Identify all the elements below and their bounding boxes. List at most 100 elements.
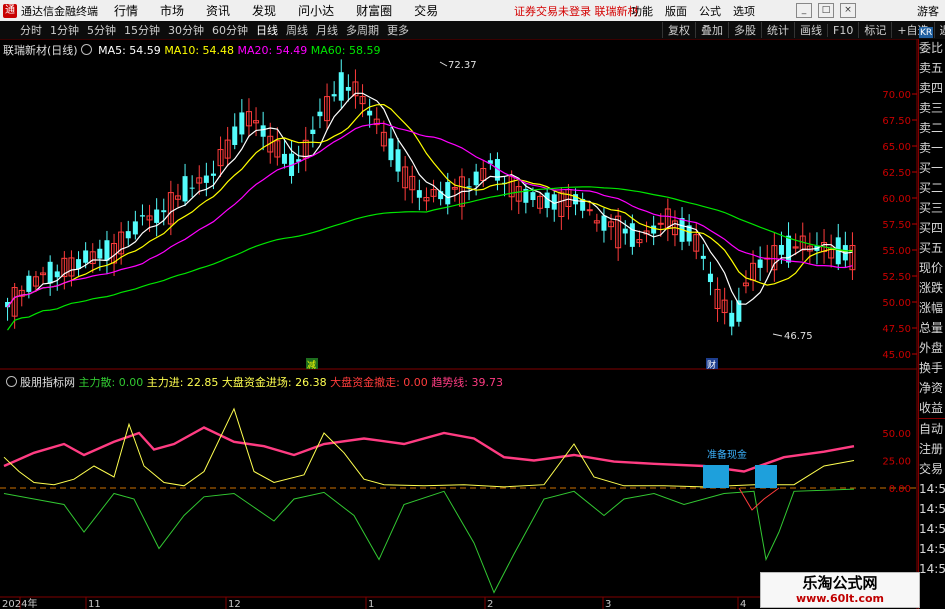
rp-earning: 收益 <box>919 401 944 415</box>
rp-tick-time: 14:55 <box>919 502 945 516</box>
candle-body-down <box>182 176 188 202</box>
candle-body-down <box>700 255 706 259</box>
ma10-label: MA10: 54.48 <box>164 44 235 57</box>
rp-auto[interactable]: 自动 <box>919 418 945 439</box>
rp-weibi: 委比 <box>919 41 944 55</box>
market-fund-line <box>3 488 855 594</box>
time-tick-label: 2024年 <box>2 597 37 609</box>
price-tick-label: 57.50 <box>882 220 911 231</box>
ma20-label: MA20: 54.49 <box>237 44 308 57</box>
trend-label: 趋势线: 39.73 <box>431 376 504 389</box>
price-tick-label: 45.00 <box>882 350 911 361</box>
candle-body-down <box>530 192 536 201</box>
candle-body-down <box>189 187 195 189</box>
rp-tick-time: 14:55 <box>919 482 945 496</box>
rp-tick-time: 14:55 <box>919 542 945 556</box>
low-price-label: 46.75 <box>784 331 813 342</box>
rp-buy3: 买三 <box>919 201 944 215</box>
rp-turnover: 换手 <box>919 361 944 375</box>
candle-body-down <box>729 312 735 327</box>
time-tick-label: 3 <box>605 599 611 609</box>
candle-body-down <box>260 125 266 137</box>
candle-body-down <box>331 94 337 97</box>
rp-netasset: 净资 <box>919 381 944 395</box>
candle-body-down <box>622 228 628 234</box>
candle-body-down <box>210 173 216 176</box>
rp-trade[interactable]: 交易 <box>919 459 945 479</box>
candle-body-down <box>786 235 792 263</box>
price-tick-label: 60.00 <box>882 194 911 205</box>
candle-body-down <box>629 223 635 247</box>
candle-body-down <box>473 171 479 186</box>
rp-sell1: 卖一 <box>919 141 944 155</box>
candle-body-down <box>778 245 784 255</box>
time-tick-label: 11 <box>88 599 101 609</box>
indicator-name[interactable]: 股朋指标网 <box>20 376 75 389</box>
fund-out-line <box>738 487 780 511</box>
candle-body-down <box>388 138 394 161</box>
price-tick-label: 65.00 <box>882 142 911 153</box>
kline-chart[interactable]: 70.00 67.50 65.00 62.50 60.00 57.50 55.00 52.50… <box>0 0 945 609</box>
watermark-url: www.60lt.com <box>795 592 885 605</box>
rp-buy5: 买五 <box>919 241 944 255</box>
cash-signal-box <box>755 465 777 488</box>
rp-sell2: 卖二 <box>919 121 944 135</box>
main-legend: 联瑞新材(日线) MA5: 54.59 MA10: 54.48 MA20: 54… <box>3 42 380 58</box>
candle-body-down <box>232 126 238 145</box>
rp-sell5: 卖五 <box>919 61 944 75</box>
ma20-line <box>7 122 853 308</box>
price-tick-label: 70.00 <box>882 90 911 101</box>
rp-price: 现价 <box>919 261 944 275</box>
candle-body-down <box>161 210 167 213</box>
candle-body-down <box>345 86 351 91</box>
rp-outer: 外盘 <box>919 341 944 355</box>
rp-register[interactable]: 注册 <box>919 439 945 459</box>
ma60-line <box>7 186 853 331</box>
rp-buy1: 买一 <box>919 161 944 175</box>
candle-body-down <box>97 248 103 259</box>
price-tick-label: 50.00 <box>882 298 911 309</box>
candle-body-down <box>139 215 145 217</box>
settings-icon[interactable] <box>80 44 92 55</box>
price-tick-label: 52.50 <box>882 272 911 283</box>
candle-body-down <box>416 190 422 198</box>
candle-body-down <box>47 261 53 284</box>
time-tick-label: 4 <box>740 599 746 609</box>
price-tick-label: 62.50 <box>882 168 911 179</box>
dapan-out-label: 大盘资金撤走: 0.00 <box>330 376 428 389</box>
zljin-label: 主力进: 22.85 <box>146 376 219 389</box>
sub-tick-label: 25.00 <box>882 457 911 468</box>
time-tick-label: 12 <box>228 599 241 609</box>
candle-body-down <box>54 271 60 278</box>
candle-body-down <box>466 186 472 188</box>
dapan-in-label: 大盘资金进场: 26.38 <box>221 376 327 389</box>
candle-body-down <box>132 221 138 235</box>
candle-body-down <box>707 273 713 283</box>
zlsan-label: 主力散: 0.00 <box>78 376 144 389</box>
ma60-label: MA60: 58.59 <box>310 44 381 57</box>
candle-body-down <box>83 250 89 263</box>
candle-body-up <box>657 222 664 225</box>
rp-tick-time: 14:55 <box>919 522 945 536</box>
watermark-title: 乐淘公式网 <box>802 574 878 592</box>
sub-legend: 股朋指标网 主力散: 0.00 主力进: 22.85 大盘资金进场: 26.38… <box>3 374 503 390</box>
rp-buy4: 买四 <box>919 221 944 235</box>
candle-body-down <box>338 72 344 101</box>
watermark: 乐淘公式网 www.60lt.com <box>760 572 920 608</box>
rp-sell4: 卖四 <box>919 81 944 95</box>
rp-buy2: 买二 <box>919 181 944 195</box>
candle-body-down <box>757 259 763 268</box>
kr-badge[interactable]: KR <box>919 27 934 38</box>
candle-body-down <box>203 175 209 183</box>
candle-body-down <box>125 231 131 239</box>
candle-body-down <box>395 149 401 172</box>
indicator-settings-icon[interactable] <box>6 376 17 387</box>
candle-body-up <box>586 209 593 212</box>
candle-body-down <box>154 209 160 223</box>
stock-name[interactable]: 联瑞新材(日线) <box>3 44 78 57</box>
candle-body-down <box>26 275 32 292</box>
high-price-label: 72.37 <box>448 60 477 71</box>
candle-body-down <box>601 215 607 231</box>
rp-sell3: 卖三 <box>919 101 944 115</box>
price-tick-label: 55.00 <box>882 246 911 257</box>
